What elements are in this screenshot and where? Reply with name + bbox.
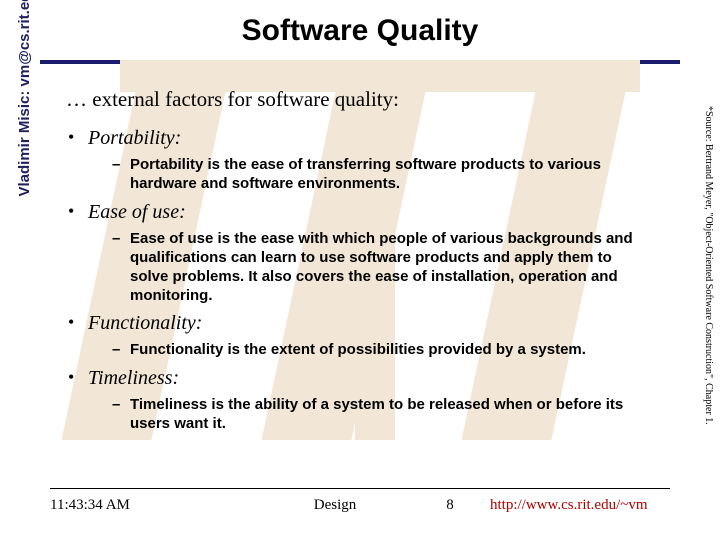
footer-timestamp: 11:43:34 AM — [50, 497, 250, 514]
factor-definition: Portability is the ease of transferring … — [88, 155, 660, 193]
list-item: Timeliness: Timeliness is the ability of… — [66, 366, 660, 433]
list-item: Portability: Portability is the ease of … — [66, 126, 660, 193]
lead-text: … external factors for software quality: — [66, 86, 660, 112]
page-title: Software Quality — [0, 0, 720, 54]
factor-term: Functionality: — [88, 312, 202, 334]
footer-section: Design — [250, 497, 420, 514]
factor-definition: Ease of use is the ease with which peopl… — [88, 229, 660, 306]
list-item: Ease of use: Ease of use is the ease wit… — [66, 200, 660, 306]
footer-url: http://www.cs.rit.edu/~vm — [480, 497, 670, 514]
footer: 11:43:34 AM Design 8 http://www.cs.rit.e… — [50, 488, 670, 514]
content-area: … external factors for software quality:… — [0, 64, 720, 433]
source-citation: *Source: Bertrand Meyer, "Object-Oriente… — [703, 106, 714, 466]
list-item: Functionality: Functionality is the exte… — [66, 311, 660, 359]
footer-page-number: 8 — [420, 497, 480, 514]
factor-definition: Functionality is the extent of possibili… — [88, 340, 660, 359]
factor-term: Portability: — [88, 127, 181, 149]
footer-divider — [50, 488, 670, 489]
author-sidebar: Vladimir Misic: vm@cs.rit.edu — [16, 0, 33, 280]
factor-term: Ease of use: — [88, 201, 186, 223]
factor-list: Portability: Portability is the ease of … — [66, 126, 660, 433]
factor-term: Timeliness: — [88, 367, 179, 389]
factor-definition: Timeliness is the ability of a system to… — [88, 395, 660, 433]
